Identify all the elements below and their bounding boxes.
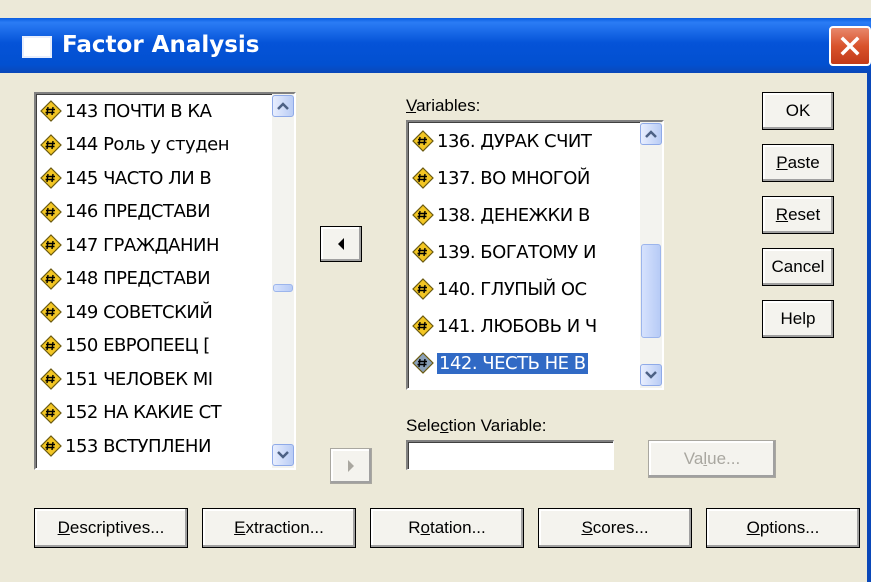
variable-icon [412,352,434,374]
list-item-label: 152 НА КАКИЕ СТ [65,402,222,423]
variable-icon [40,368,62,390]
descriptives-button[interactable]: Descriptives... [34,508,188,548]
list-item[interactable]: 138. ДЕНЕЖКИ В [412,200,590,230]
variable-icon [40,301,62,323]
scroll-down-button[interactable] [272,444,294,466]
chevron-down-icon [645,371,657,379]
arrow-right-icon [348,460,354,472]
chevron-up-icon [645,130,657,138]
ok-button[interactable]: OK [762,92,834,130]
variable-icon [412,204,434,226]
variable-icon [40,100,62,122]
help-button[interactable]: Help [762,300,834,338]
list-item-label: 151 ЧЕЛОВЕК МІ [65,368,213,390]
list-item[interactable]: 140. ГЛУПЫЙ ОС [412,274,587,304]
list-item-label: 146 ПРЕДСТАВИ [65,201,211,222]
list-item[interactable]: 151 ЧЕЛОВЕК МІ [40,364,213,394]
close-button[interactable] [829,26,871,66]
move-right-button[interactable] [330,448,372,484]
list-item[interactable]: 142. ЧЕСТЬ НЕ В [412,348,588,378]
variable-icon [40,133,62,156]
source-list-scrollbar[interactable] [272,94,294,468]
selection-variable-label: Selection Variable: [406,416,547,435]
list-item-label: 142. ЧЕСТЬ НЕ В [437,352,588,374]
scroll-thumb[interactable] [273,284,293,292]
list-item-label: 147 ГРАЖДАНИН [65,234,220,256]
variable-icon [412,241,434,263]
list-item[interactable]: 144 Роль у студен [40,130,229,160]
source-variable-list[interactable]: 143 ПОЧТИ В КА 144 Роль у студен 145 ЧАСТО… [34,92,296,470]
rotation-button[interactable]: Ro tation... [370,508,524,548]
variable-icon [412,278,434,300]
variable-icon [40,334,62,357]
close-icon [840,36,860,56]
variable-icon [40,234,62,256]
scores-button[interactable]: Scores... [538,508,692,548]
list-item-label: 153 ВСТУПЛЕНИ [65,435,211,457]
cancel-button[interactable]: Cancel [762,248,834,286]
variable-icon [40,200,62,223]
list-item-label: 137. ВО МНОГОЙ [437,167,590,189]
list-item[interactable]: 145 ЧАСТО ЛИ В [40,163,212,193]
list-item-label: 145 ЧАСТО ЛИ В [65,167,212,189]
list-item-label: 139. БОГАТОМУ И [437,241,596,263]
list-item[interactable]: 149 СОВЕТСКИЙ [40,297,213,327]
variable-icon [40,267,62,290]
extraction-button[interactable]: Extraction... [202,508,356,548]
list-item-label: 150 ЕВРОПЕЕЦ [ [65,335,210,356]
paste-button[interactable]: Paste [762,144,834,182]
window-border [867,73,871,582]
list-item-label: 143 ПОЧТИ В КА [65,100,212,122]
list-item[interactable]: 136. ДУРАК СЧИТ [412,126,592,156]
variables-list-scrollbar[interactable] [640,122,662,388]
variable-icon [40,167,62,189]
list-item[interactable]: 143 ПОЧТИ В КА [40,96,212,126]
list-item[interactable]: 137. ВО МНОГОЙ [412,163,590,193]
move-left-button[interactable] [320,226,362,262]
scroll-thumb[interactable] [641,244,661,338]
list-item[interactable]: 150 ЕВРОПЕЕЦ [ [40,331,210,361]
value-button[interactable]: Va l ue... [648,440,776,478]
variables-list[interactable]: 136. ДУРАК СЧИТ 137. ВО МНОГОЙ 138. ДЕНЕЖК… [406,120,664,390]
variable-icon [412,315,434,337]
scroll-down-button[interactable] [640,364,662,386]
title-bar[interactable]: Factor Analysis [0,18,871,73]
selection-variable-field[interactable] [406,440,614,470]
list-item[interactable]: 153 ВСТУПЛЕНИ [40,431,211,461]
list-item-label: 140. ГЛУПЫЙ ОС [437,278,587,300]
list-item-label: 136. ДУРАК СЧИТ [437,130,592,152]
list-item-label: 144 Роль у студен [65,134,229,155]
list-item[interactable]: 146 ПРЕДСТАВИ [40,197,211,227]
list-item-label: 141. ЛЮБОВЬ И Ч [437,315,597,337]
factor-analysis-dialog: Factor Analysis 143 ПОЧТИ В КА 144 Роль у… [0,0,871,582]
list-item[interactable]: 147 ГРАЖДАНИН [40,230,220,260]
list-item[interactable]: 141. ЛЮБОВЬ И Ч [412,311,597,341]
variable-icon [40,401,62,424]
variable-icon [412,130,434,152]
window-title: Factor Analysis [62,32,260,58]
variable-icon [40,435,62,457]
arrow-left-icon [338,238,344,250]
list-item-label: 149 СОВЕТСКИЙ [65,301,213,323]
variables-label: Variables: [406,96,481,115]
chevron-down-icon [277,451,289,459]
list-item-label: 138. ДЕНЕЖКИ В [437,204,590,226]
options-button[interactable]: Options... [706,508,860,548]
chevron-up-icon [277,102,289,110]
list-item[interactable]: 148 ПРЕДСТАВИ [40,264,211,294]
scroll-up-button[interactable] [640,123,662,145]
list-item[interactable]: 139. БОГАТОМУ И [412,237,596,267]
window-icon [22,36,52,58]
variable-icon [412,167,434,189]
reset-button[interactable]: Reset [762,196,834,234]
list-item[interactable]: 152 НА КАКИЕ СТ [40,398,222,428]
list-item-label: 148 ПРЕДСТАВИ [65,268,211,289]
scroll-up-button[interactable] [272,95,294,117]
